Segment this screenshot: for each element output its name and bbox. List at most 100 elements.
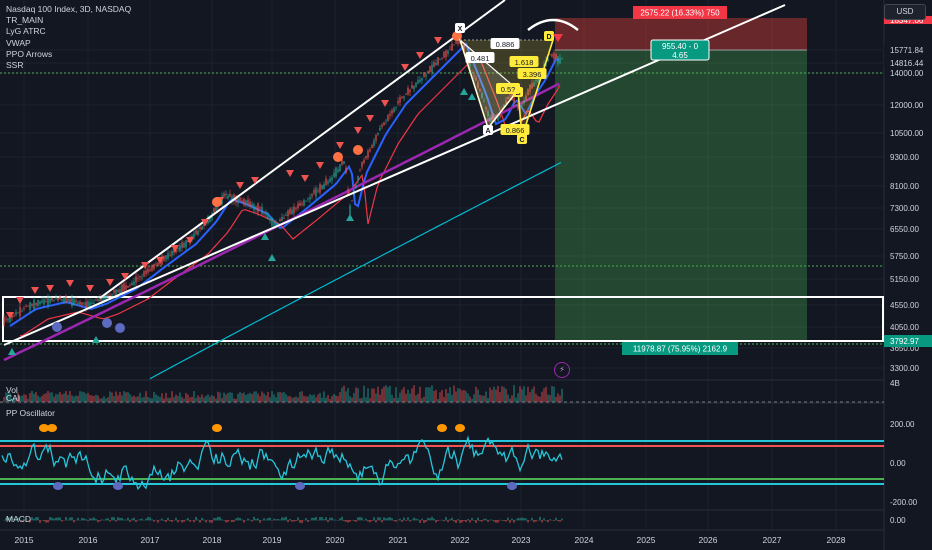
candle (391, 110, 393, 114)
candle (127, 285, 129, 288)
candle (271, 217, 273, 227)
legend-vwap[interactable]: VWAP (6, 38, 131, 49)
volume-bar (343, 385, 345, 402)
volume-bar (163, 398, 165, 402)
candle (555, 54, 557, 59)
macd-bar (513, 520, 515, 523)
legend-lyg-atrc[interactable]: LyG ATRC (6, 26, 131, 37)
volume-bar (507, 394, 509, 402)
volume-bar (269, 397, 271, 402)
volume-bar (165, 392, 167, 402)
macd-bar (359, 516, 361, 521)
candle (83, 303, 85, 305)
macd-bar (249, 519, 251, 521)
candle (3, 317, 5, 326)
osc-axis-tick: -200.00 (890, 498, 918, 507)
year-tick: 2027 (763, 535, 782, 545)
osc-blue-marker (53, 482, 63, 490)
volume-bar (237, 393, 239, 402)
macd-bar (353, 520, 355, 521)
candle (297, 203, 299, 209)
macd-bar (203, 519, 205, 521)
price-tick: 7300.00 (890, 204, 919, 213)
volume-bar (31, 391, 33, 402)
macd-bar (199, 520, 201, 523)
legend-ssr[interactable]: SSR (6, 60, 131, 71)
candle (15, 312, 17, 315)
candle (411, 85, 413, 89)
volume-bar (301, 391, 303, 402)
volume-bar (271, 391, 273, 402)
volume-bar (467, 393, 469, 402)
osc-orange-marker (212, 424, 222, 432)
macd-bar (377, 517, 379, 521)
candle (177, 248, 179, 249)
macd-bar (473, 520, 475, 521)
macd-bar (97, 520, 99, 523)
macd-bar (371, 520, 373, 521)
macd-bar (81, 517, 83, 521)
candle (245, 200, 247, 206)
volume-bar (429, 387, 431, 402)
price-tick: 4050.00 (890, 323, 919, 332)
volume-bar (557, 393, 559, 402)
volume-bar (401, 389, 403, 402)
candle (445, 50, 447, 58)
candle (193, 233, 195, 238)
volume-bar (227, 392, 229, 402)
candle (129, 284, 131, 286)
macd-bar (79, 519, 81, 521)
volume-bar (39, 397, 41, 402)
volume-bar (247, 393, 249, 402)
macd-bar (283, 517, 285, 521)
candle (155, 263, 157, 265)
legend-symbol[interactable]: Nasdaq 100 Index, 3D, NASDAQ (6, 4, 131, 15)
volume-bar (209, 396, 211, 402)
volume-bar (81, 391, 83, 402)
macd-bar (65, 517, 67, 521)
candle (179, 244, 181, 252)
volume-bar (75, 395, 77, 402)
osc-blue-marker (295, 482, 305, 490)
volume-bar (545, 386, 547, 402)
volume-bar (483, 395, 485, 402)
macd-bar (43, 520, 45, 522)
legend-tr-main[interactable]: TR_MAIN (6, 15, 131, 26)
macd-bar (123, 519, 125, 521)
candle (441, 57, 443, 59)
macd-bar (61, 520, 63, 522)
legend-ppo-arrows[interactable]: PPO Arrows (6, 49, 131, 60)
macd-bar (331, 517, 333, 521)
volume-bar (427, 387, 429, 402)
macd-bar (71, 517, 73, 521)
candle (387, 115, 389, 122)
macd-bar (153, 520, 155, 522)
macd-bar (205, 520, 207, 523)
volume-bar (113, 396, 115, 402)
volume-bar (337, 396, 339, 402)
candle (97, 299, 99, 301)
volume-bar (435, 389, 437, 402)
volume-bar (389, 385, 391, 402)
volume-bar (25, 394, 27, 402)
price-tick: 6550.00 (890, 225, 919, 234)
volume-bar (553, 386, 555, 402)
macd-bar (427, 517, 429, 521)
volume-bar (181, 397, 183, 402)
candle (315, 187, 317, 197)
harmonic-ratio-label: 3.396 (523, 70, 542, 79)
macd-bar (493, 520, 495, 522)
macd-bar (227, 520, 229, 522)
macd-bar (335, 519, 337, 521)
candle (109, 294, 111, 296)
lightning-icon[interactable]: ⚡ (554, 362, 570, 378)
candle (29, 302, 31, 310)
currency-button[interactable]: USD (884, 4, 926, 20)
candle (303, 200, 305, 206)
osc-blue-marker (507, 482, 517, 490)
volume-bar (513, 385, 515, 402)
candle (437, 57, 439, 65)
candle (183, 242, 185, 248)
chart-canvas[interactable]: XABCD0.8860.4811.6183.3960.5?0.866 2575.… (0, 0, 932, 550)
volume-bar (321, 397, 323, 402)
